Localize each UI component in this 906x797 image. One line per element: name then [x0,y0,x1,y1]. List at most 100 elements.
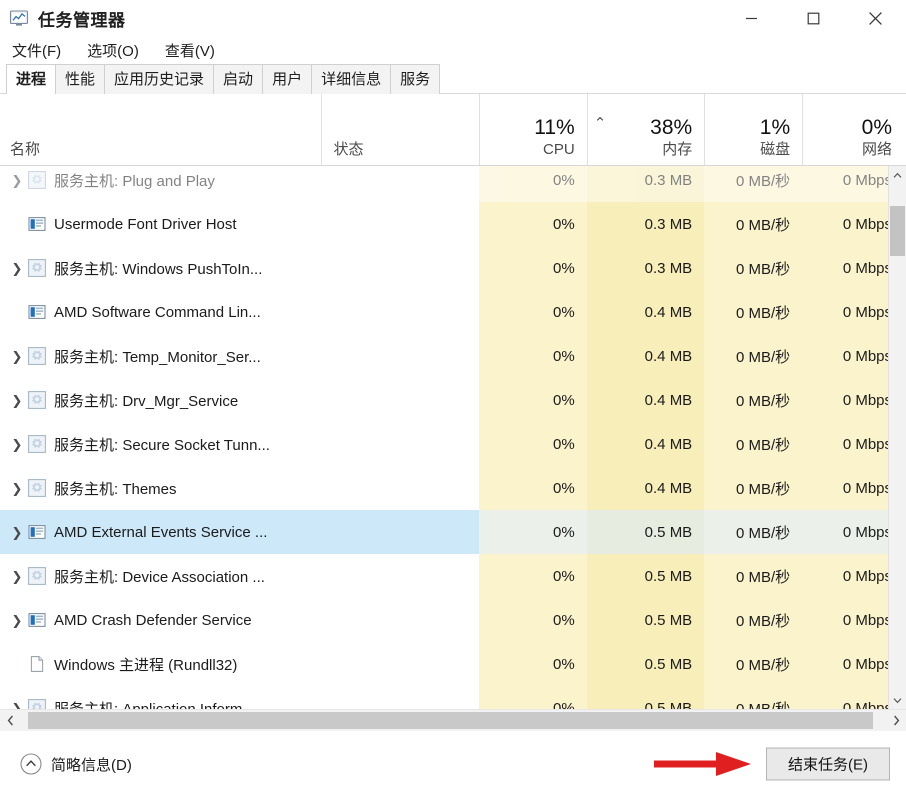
row-expander-icon[interactable]: ❯ [6,482,28,495]
column-header-disk[interactable]: 1% 磁盘 [704,94,802,165]
menu-options[interactable]: 选项(O) [85,38,149,63]
column-header-name-label: 名称 [10,142,321,159]
cell-name[interactable]: ❯AMD Software Command Lin... [0,290,321,334]
process-network-value: 0 Mbps [843,700,892,710]
tab-performance[interactable]: 性能 [55,64,105,94]
column-header-cpu[interactable]: 11% CPU [479,94,587,165]
cell-disk: 0 MB/秒 [704,642,802,686]
end-task-button[interactable]: 结束任务(E) [766,748,890,781]
table-row[interactable]: ❯AMD External Events Service ...0%0.5 MB… [0,510,906,554]
row-expander-icon[interactable]: ❯ [6,350,28,363]
column-header-memory[interactable]: ⌃ 38% 内存 [587,94,704,165]
process-cpu-value: 0% [553,260,575,277]
chevron-left-icon [7,715,14,726]
sort-ascending-icon: ⌃ [594,116,607,131]
cell-name[interactable]: ❯ AMD External Events Service ... [0,510,321,554]
row-expander-icon[interactable]: ❯ [6,394,28,407]
tab-startup[interactable]: 启动 [213,64,263,94]
fewer-details-button[interactable]: 简略信息(D) [14,749,138,779]
tab-details[interactable]: 详细信息 [311,64,391,94]
cell-name[interactable]: ❯Windows 主进程 (Rundll32) [0,642,321,686]
process-name-label: AMD External Events Service ... [54,524,267,541]
column-header-name[interactable]: 名称 [0,94,321,165]
titlebar: 任务管理器 [0,0,906,36]
table-row[interactable]: ❯服务主机: Device Association ...0%0.5 MB0 M… [0,554,906,598]
task-manager-icon [9,8,29,28]
table-row[interactable]: ❯Usermode Font Driver Host0%0.3 MB0 MB/秒… [0,202,906,246]
cell-name[interactable]: ❯服务主机: Themes [0,466,321,510]
process-disk-value: 0 MB/秒 [736,302,790,323]
cell-name[interactable]: ❯服务主机: Drv_Mgr_Service [0,378,321,422]
tab-services[interactable]: 服务 [390,64,440,94]
vertical-scroll-thumb[interactable] [890,206,905,256]
horizontal-scroll-thumb[interactable] [28,712,873,729]
process-memory-value: 0.4 MB [645,436,693,453]
column-header-status[interactable]: 状态 [321,94,479,165]
maximize-icon [807,12,820,25]
tabstrip: 进程 性能 应用历史记录 启动 用户 详细信息 服务 [0,64,906,94]
tab-users[interactable]: 用户 [262,64,312,94]
column-header-cpu-pct: 11% [534,117,574,139]
table-row[interactable]: ❯服务主机: Secure Socket Tunn...0%0.4 MB0 MB… [0,422,906,466]
app-window-icon [28,611,46,629]
cell-name[interactable]: ❯服务主机: Application Inform... [0,686,321,709]
process-disk-value: 0 MB/秒 [736,566,790,587]
cell-disk: 0 MB/秒 [704,334,802,378]
process-network-value: 0 Mbps [843,304,892,321]
table-header-row: 名称 状态 11% CPU ⌃ 38% 内存 1% 磁盘 0% 网络 [0,94,906,166]
cell-cpu: 0% [479,422,587,466]
process-name-label: AMD Crash Defender Service [54,612,252,629]
cell-name[interactable]: ❯ AMD Crash Defender Service [0,598,321,642]
maximize-button[interactable] [782,0,844,36]
table-row[interactable]: ❯服务主机: Plug and Play0%0.3 MB0 MB/秒0 Mbps [0,166,906,202]
row-expander-icon[interactable]: ❯ [6,438,28,451]
row-expander-icon[interactable]: ❯ [6,570,28,583]
process-memory-value: 0.3 MB [645,260,693,277]
cell-status [321,166,480,202]
tab-processes[interactable]: 进程 [6,64,56,94]
cell-name[interactable]: ❯服务主机: Device Association ... [0,554,321,598]
row-expander-icon[interactable]: ❯ [6,526,28,539]
menu-file[interactable]: 文件(F) [10,38,71,63]
table-row[interactable]: ❯服务主机: Themes0%0.4 MB0 MB/秒0 Mbps [0,466,906,510]
horizontal-scrollbar[interactable] [0,709,906,731]
table-row[interactable]: ❯AMD Crash Defender Service0%0.5 MB0 MB/… [0,598,906,642]
cell-disk: 0 MB/秒 [704,554,802,598]
row-expander-icon[interactable]: ❯ [6,614,28,627]
vertical-scrollbar[interactable] [888,166,906,709]
row-expander-icon[interactable]: ❯ [6,262,28,275]
cell-name[interactable]: ❯服务主机: Secure Socket Tunn... [0,422,321,466]
cell-status [321,466,480,510]
chevron-down-icon [893,697,902,704]
table-row[interactable]: ❯服务主机: Drv_Mgr_Service0%0.4 MB0 MB/秒0 Mb… [0,378,906,422]
table-row[interactable]: ❯服务主机: Temp_Monitor_Ser...0%0.4 MB0 MB/秒… [0,334,906,378]
vertical-scroll-track[interactable] [889,184,906,691]
scroll-left-button[interactable] [0,710,20,731]
table-row[interactable]: ❯服务主机: Application Inform...0%0.5 MB0 MB… [0,686,906,709]
table-row[interactable]: ❯AMD Software Command Lin...0%0.4 MB0 MB… [0,290,906,334]
table-row[interactable]: ❯Windows 主进程 (Rundll32)0%0.5 MB0 MB/秒0 M… [0,642,906,686]
minimize-button[interactable] [720,0,782,36]
table-row[interactable]: ❯服务主机: Windows PushToIn...0%0.3 MB0 MB/秒… [0,246,906,290]
process-cpu-value: 0% [553,480,575,497]
process-disk-value: 0 MB/秒 [736,610,790,631]
scroll-right-button[interactable] [886,710,906,731]
column-header-network[interactable]: 0% 网络 [802,94,906,165]
scroll-down-button[interactable] [889,691,906,709]
process-table: 名称 状态 11% CPU ⌃ 38% 内存 1% 磁盘 0% 网络 [0,94,906,709]
menu-view[interactable]: 查看(V) [163,38,225,63]
row-expander-icon[interactable]: ❯ [6,174,28,187]
app-window-icon [28,303,46,321]
scroll-up-button[interactable] [889,166,906,184]
cell-name[interactable]: ❯Usermode Font Driver Host [0,202,321,246]
minimize-icon [745,12,758,25]
close-button[interactable] [844,0,906,36]
cell-name[interactable]: ❯服务主机: Windows PushToIn... [0,246,321,290]
cell-name[interactable]: ❯服务主机: Plug and Play [0,166,321,202]
cell-memory: 0.4 MB [587,290,704,334]
row-expander-icon[interactable]: ❯ [6,702,28,710]
cell-name[interactable]: ❯服务主机: Temp_Monitor_Ser... [0,334,321,378]
horizontal-scroll-track[interactable] [20,710,886,731]
process-network-value: 0 Mbps [843,260,892,277]
tab-app-history[interactable]: 应用历史记录 [104,64,214,94]
